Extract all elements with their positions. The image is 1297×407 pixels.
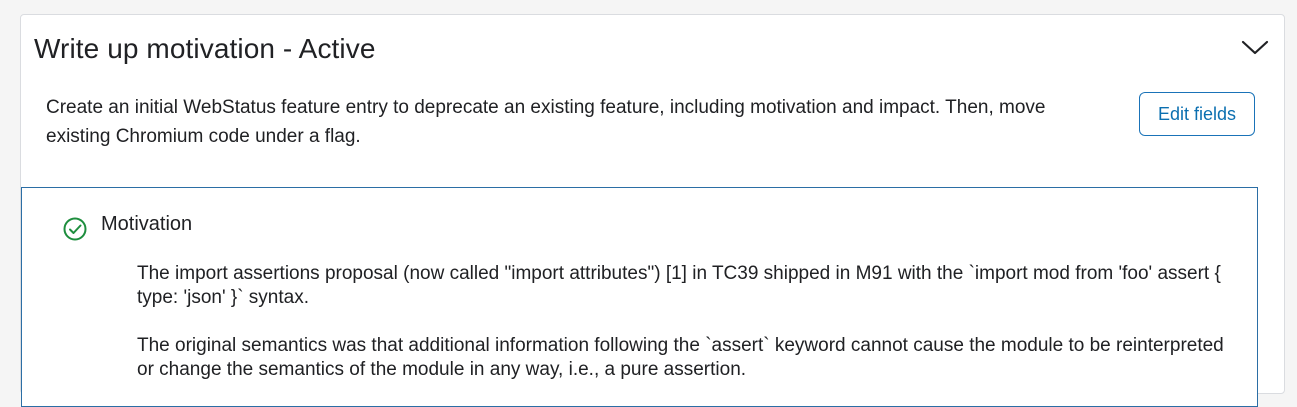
edit-fields-button[interactable]: Edit fields: [1139, 92, 1255, 136]
check-circle-icon: [63, 217, 87, 241]
motivation-section: Motivation The import assertions proposa…: [21, 187, 1258, 407]
motivation-paragraph: The original semantics was that addition…: [137, 335, 1224, 380]
section-body: The import assertions proposal (now call…: [137, 262, 1237, 406]
stage-title: Write up motivation - Active: [34, 33, 376, 64]
section-title: Motivation: [101, 213, 193, 235]
stage-description: Create an initial WebStatus feature entr…: [46, 97, 1046, 147]
chevron-down-icon[interactable]: [1240, 37, 1270, 57]
stage-card: Write up motivation - Active Create an i…: [20, 14, 1285, 407]
motivation-paragraph: The import assertions proposal (now call…: [137, 263, 1221, 308]
